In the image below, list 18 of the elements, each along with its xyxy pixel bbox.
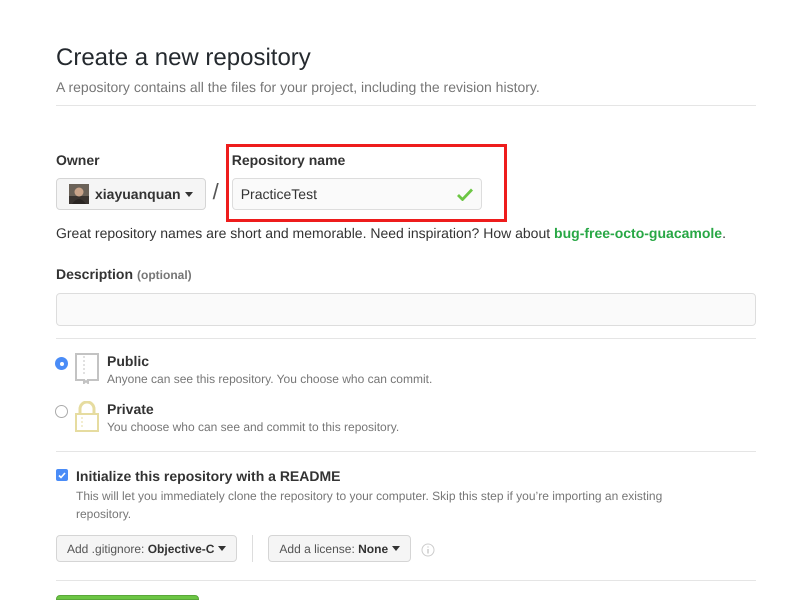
page-subtitle: A repository contains all the files for your project, including the revision history. bbox=[56, 78, 541, 97]
page-title: Create a new repository bbox=[56, 43, 312, 73]
visibility-note: You choose who can see and commit to this repository. bbox=[107, 419, 400, 435]
readme-note: This will let you immediately clone the repository to your computer. Skip this step if you’re importing an existing repository. bbox=[76, 488, 664, 523]
visibility-note: Anyone can see this repository. You choose who can commit. bbox=[107, 371, 432, 387]
visibility-label: Public bbox=[107, 353, 150, 370]
owner-label: Owner bbox=[56, 151, 101, 170]
path-separator: / bbox=[212, 178, 219, 206]
repo-name-label: Repository name bbox=[232, 151, 346, 170]
repo-name-field[interactable]: PracticeTest bbox=[232, 178, 482, 210]
gitignore-dropdown[interactable]: Add .gitignore: Objective-C bbox=[56, 535, 238, 562]
name-hint: Great repository names are short and memorable. Need inspiration? How about bug-free-octo-guacamole. bbox=[56, 224, 727, 243]
readme-label: Initialize this repository with a README bbox=[76, 467, 342, 486]
visibility-label: Private bbox=[107, 401, 155, 418]
optional-note: (optional) bbox=[137, 267, 192, 284]
owner-dropdown[interactable]: xiayuanquan bbox=[56, 178, 206, 210]
description-label: Description bbox=[56, 265, 134, 284]
license-dropdown[interactable]: Add a license: None bbox=[268, 535, 412, 562]
